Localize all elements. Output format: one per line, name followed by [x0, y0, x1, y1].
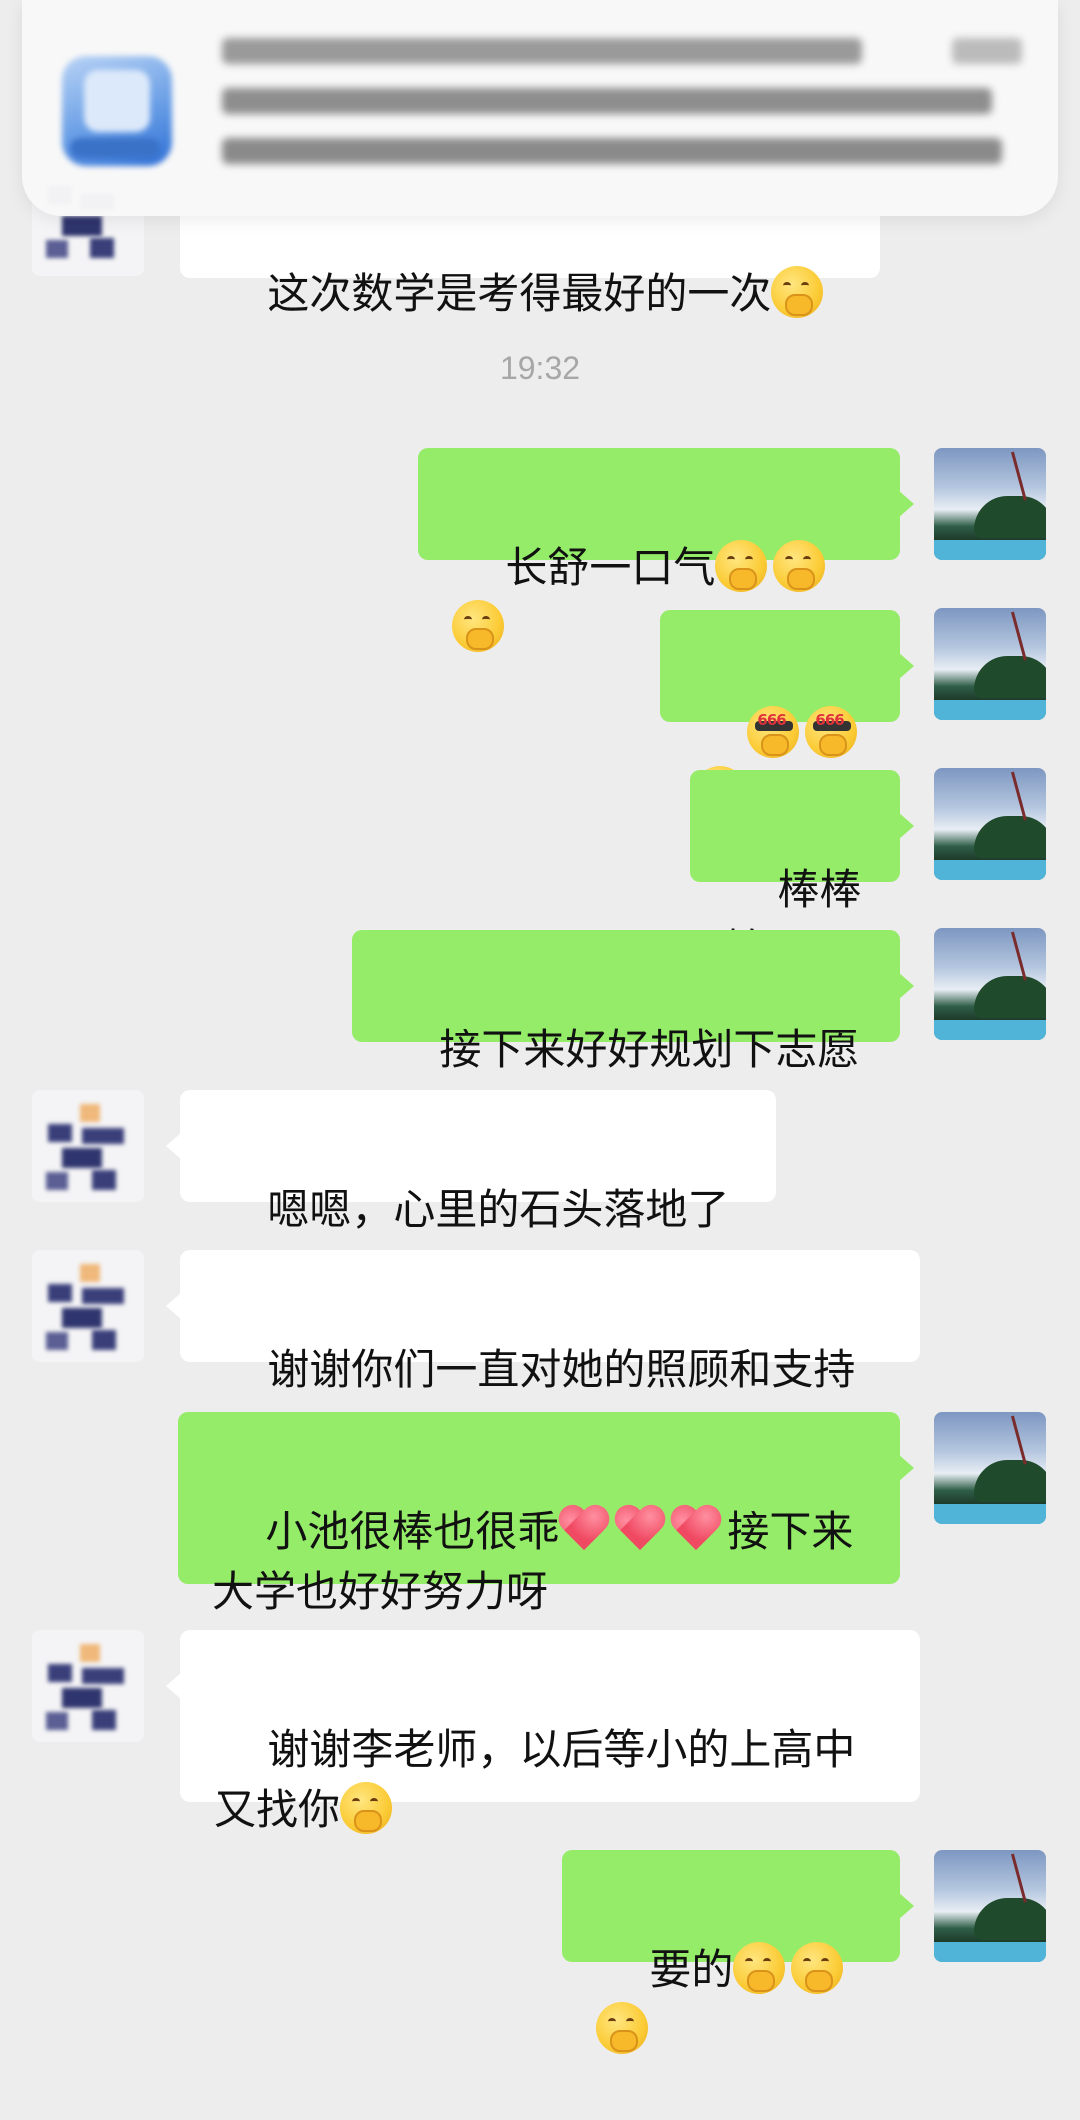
app-icon: [62, 56, 172, 166]
message-bubble-incoming[interactable]: 谢谢你们一直对她的照顾和支持: [166, 1250, 920, 1394]
message-text: 接下来: [727, 1507, 854, 1556]
thinking-face-emoji: [733, 1940, 787, 1994]
message-text: 谢谢你们一直对她的照顾和支持: [267, 1345, 856, 1394]
my-avatar[interactable]: [934, 608, 1046, 720]
message-text: 谢谢李老师，以后等小的上高中: [267, 1725, 856, 1774]
message-bubble-outgoing[interactable]: 小池很棒也很乖 接下来大学也好好努力呀: [178, 1412, 914, 1616]
message-text: 嗯嗯，心里的石头落地了: [267, 1185, 730, 1234]
thinking-face-emoji: [715, 538, 769, 592]
thinking-face-emoji: [791, 1940, 845, 1994]
message-text: 这次数学是考得最好的一次: [267, 269, 772, 318]
message-text: 接下来好好规划下志愿: [439, 1025, 860, 1074]
chat-view: 这次数学是考得最好的一次 19:32 长舒一口气 666666666 棒棒棒 接…: [0, 0, 1080, 2054]
thinking-face-emoji: [596, 2000, 650, 2054]
message-text: 小池很棒也很乖: [265, 1507, 560, 1556]
contact-avatar[interactable]: [32, 1630, 144, 1742]
message-text: 长舒一口气: [505, 543, 716, 592]
message-bubble-outgoing[interactable]: 棒棒棒: [690, 770, 914, 974]
red-heart-emoji: [615, 1502, 667, 1554]
message-timestamp: 19:32: [499, 350, 581, 386]
notification-banner[interactable]: [22, 0, 1058, 216]
message-bubble-outgoing[interactable]: 长舒一口气: [418, 448, 914, 652]
message-bubble-incoming[interactable]: 嗯嗯，心里的石头落地了: [166, 1090, 776, 1234]
red-heart-emoji: [559, 1502, 611, 1554]
message-bubble-incoming[interactable]: 谢谢李老师，以后等小的上高中又找你: [166, 1630, 920, 1834]
thinking-face-emoji: [771, 264, 825, 318]
message-text: 大学也好好努力呀: [212, 1567, 549, 1616]
contact-avatar[interactable]: [32, 1090, 144, 1202]
message-bubble-outgoing[interactable]: 666666666: [660, 610, 914, 818]
my-avatar[interactable]: [934, 1412, 1046, 1524]
message-text: 又找你: [214, 1785, 341, 1834]
red-heart-emoji: [671, 1502, 723, 1554]
message-bubble-outgoing[interactable]: 接下来好好规划下志愿: [352, 930, 914, 1074]
contact-avatar[interactable]: [32, 1250, 144, 1362]
my-avatar[interactable]: [934, 768, 1046, 880]
my-avatar[interactable]: [934, 1850, 1046, 1962]
666-sunglasses-emoji: 666: [747, 704, 801, 758]
my-avatar[interactable]: [934, 928, 1046, 1040]
message-bubble-outgoing[interactable]: 要的: [562, 1850, 914, 2054]
thinking-face-emoji: [452, 598, 506, 652]
thinking-face-emoji: [340, 1780, 394, 1834]
thinking-face-emoji: [773, 538, 827, 592]
my-avatar[interactable]: [934, 448, 1046, 560]
666-sunglasses-emoji: 666: [805, 704, 859, 758]
message-text: 要的: [649, 1945, 734, 1994]
